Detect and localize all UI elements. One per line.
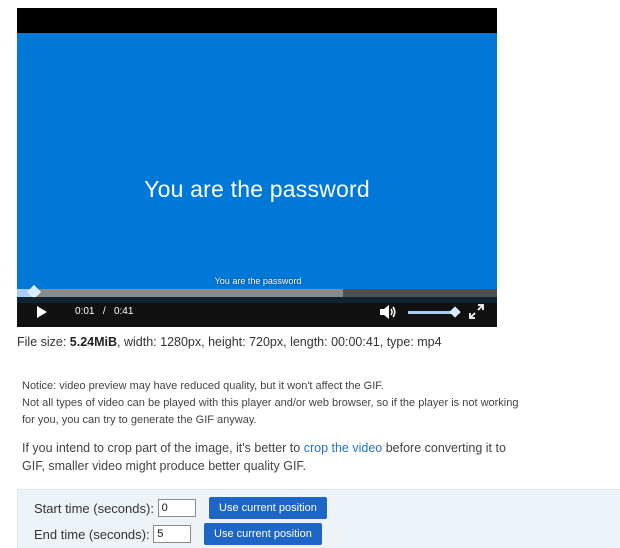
- start-time-row: Start time (seconds):: [34, 499, 196, 517]
- video-frame[interactable]: You are the password: [17, 33, 497, 303]
- time-separator: /: [102, 306, 106, 317]
- crop-note: If you intend to crop part of the image,…: [22, 439, 522, 475]
- volume-icon[interactable]: [379, 304, 397, 320]
- play-icon[interactable]: [37, 306, 47, 318]
- end-time-label: End time (seconds):: [34, 526, 150, 542]
- use-current-position-start-button[interactable]: Use current position: [209, 497, 327, 519]
- fullscreen-icon[interactable]: [468, 303, 485, 320]
- notice-line: Not all types of video can be played wit…: [22, 397, 519, 426]
- duration: 0:41: [113, 306, 134, 317]
- player-controls: 0:01 / 0:41: [17, 297, 497, 327]
- progress-buffered: [17, 289, 344, 297]
- notice-line: Notice: video preview may have reduced q…: [22, 380, 384, 392]
- end-time-row: End time (seconds):: [34, 525, 192, 543]
- use-current-position-end-button[interactable]: Use current position: [204, 523, 322, 545]
- start-time-label: Start time (seconds):: [34, 500, 154, 516]
- file-details: , width: 1280px, height: 720px, length: …: [117, 335, 442, 349]
- volume-level: [408, 311, 455, 314]
- file-info: File size: 5.24MiB, width: 1280px, heigh…: [17, 335, 442, 349]
- time-panel: Start time (seconds): Use current positi…: [17, 489, 620, 548]
- volume-handle[interactable]: [449, 306, 461, 318]
- time-display: 0:01 / 0:41: [75, 306, 133, 317]
- file-size-label: File size:: [17, 335, 70, 349]
- current-time: 0:01: [75, 306, 95, 317]
- crop-video-link[interactable]: crop the video: [304, 441, 383, 455]
- start-time-input[interactable]: [157, 499, 196, 517]
- progress-bar[interactable]: [17, 284, 497, 300]
- end-time-input[interactable]: [153, 525, 192, 543]
- video-subtitle: You are the password: [214, 276, 302, 286]
- file-size-value: 5.24MiB: [69, 335, 118, 349]
- video-title-text: You are the password: [144, 176, 370, 202]
- video-player[interactable]: You are the password You are the passwor…: [17, 8, 497, 327]
- crop-note-text: If you intend to crop part of the image,…: [22, 441, 304, 455]
- volume-slider[interactable]: [408, 306, 461, 318]
- notice-text: Notice: video preview may have reduced q…: [22, 378, 522, 429]
